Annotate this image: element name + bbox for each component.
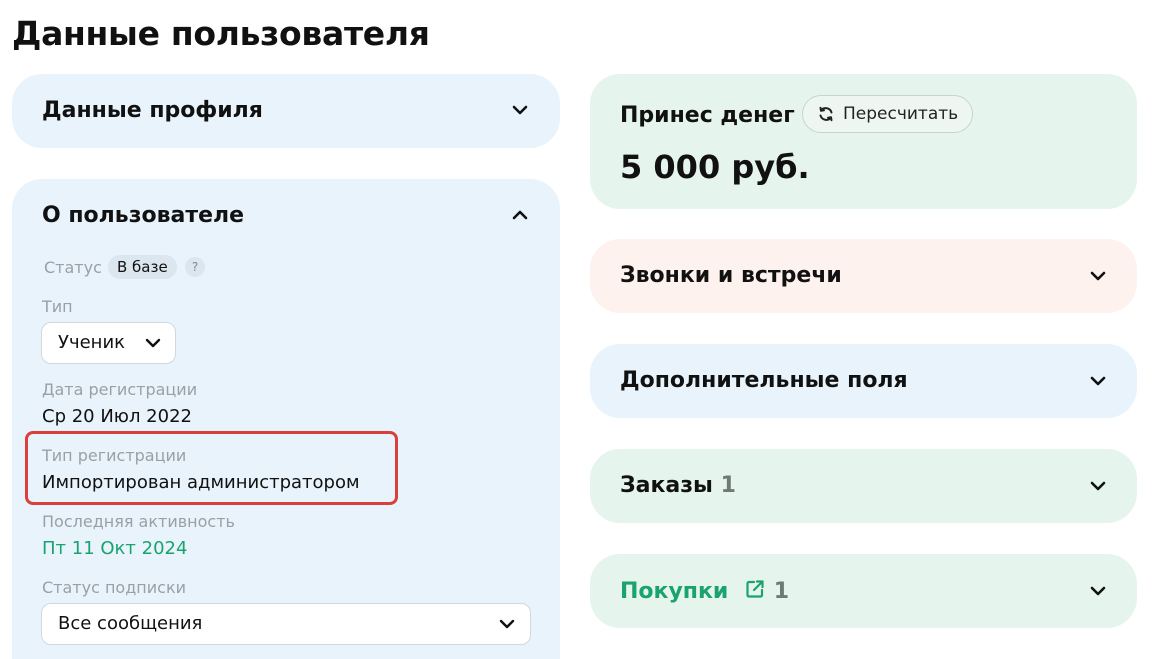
- highlight-frame: [25, 431, 398, 505]
- purchases-title-link[interactable]: Покупки: [620, 579, 728, 604]
- about-user-title: О пользователе: [42, 203, 245, 228]
- about-user-card: О пользователе Статус В базе ? Тип Учени…: [12, 179, 560, 659]
- money-earned-title: Принес денег: [620, 103, 795, 128]
- calls-meetings-card[interactable]: Звонки и встречи: [590, 239, 1137, 313]
- registration-type-label: Тип регистрации: [42, 446, 187, 465]
- orders-card[interactable]: Заказы 1: [590, 449, 1137, 523]
- recalculate-label: Пересчитать: [843, 104, 959, 124]
- purchases-card[interactable]: Покупки 1: [590, 554, 1137, 628]
- chevron-down-icon[interactable]: [1089, 267, 1107, 285]
- subscription-status-select[interactable]: Все сообщения: [41, 603, 531, 645]
- profile-data-card[interactable]: Данные профиля: [12, 74, 560, 148]
- orders-count: 1: [720, 473, 736, 498]
- profile-data-title: Данные профиля: [42, 98, 263, 123]
- page-title: Данные пользователя: [12, 14, 430, 53]
- extra-fields-title: Дополнительные поля: [620, 368, 908, 393]
- orders-title-text: Заказы: [620, 473, 713, 498]
- chevron-down-icon[interactable]: [1089, 372, 1107, 390]
- status-label: Статус: [44, 258, 102, 277]
- calls-meetings-title: Звонки и встречи: [620, 263, 842, 288]
- registration-type-value: Импортирован администратором: [42, 472, 360, 493]
- help-icon[interactable]: ?: [185, 257, 205, 277]
- registration-date-value: Ср 20 Июл 2022: [42, 406, 192, 427]
- extra-fields-card[interactable]: Дополнительные поля: [590, 344, 1137, 418]
- recalculate-button[interactable]: Пересчитать: [802, 95, 974, 133]
- money-amount: 5 000 руб.: [620, 148, 810, 186]
- type-select-value: Ученик: [58, 332, 126, 353]
- external-link-icon[interactable]: [744, 578, 766, 600]
- money-earned-card: Принес денег Пересчитать 5 000 руб.: [590, 74, 1137, 209]
- chevron-down-icon: [498, 615, 516, 633]
- chevron-up-icon[interactable]: [511, 206, 529, 224]
- type-select[interactable]: Ученик: [41, 322, 176, 364]
- last-activity-value: Пт 11 Окт 2024: [42, 538, 188, 559]
- last-activity-label: Последняя активность: [42, 512, 235, 531]
- subscription-status-label: Статус подписки: [42, 578, 186, 597]
- type-label: Тип: [42, 297, 73, 316]
- purchases-title: Покупки 1: [620, 578, 789, 604]
- registration-date-label: Дата регистрации: [42, 380, 198, 399]
- status-badge: В базе: [108, 255, 177, 279]
- chevron-down-icon[interactable]: [511, 101, 529, 119]
- subscription-status-value: Все сообщения: [58, 613, 203, 634]
- purchases-count: 1: [773, 579, 790, 604]
- refresh-icon: [817, 105, 835, 123]
- chevron-down-icon[interactable]: [1089, 477, 1107, 495]
- orders-title: Заказы 1: [620, 473, 736, 498]
- chevron-down-icon: [144, 334, 162, 352]
- chevron-down-icon[interactable]: [1089, 582, 1107, 600]
